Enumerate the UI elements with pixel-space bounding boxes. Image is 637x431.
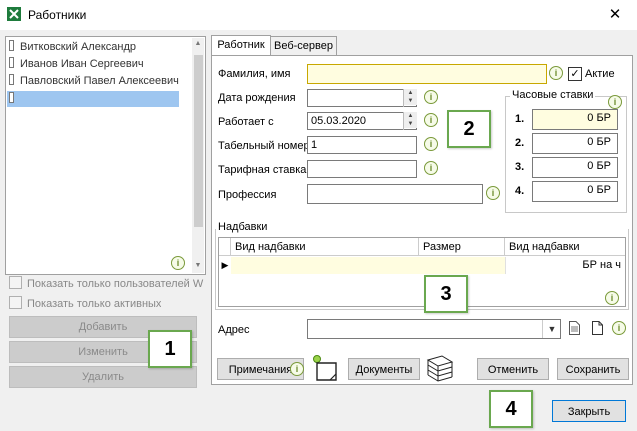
address-label: Адрес [218, 324, 250, 336]
name-input[interactable] [307, 64, 547, 84]
table-cell[interactable] [419, 257, 506, 274]
window-title: Работники [28, 8, 87, 22]
scroll-up-icon[interactable]: ▲ [192, 40, 204, 47]
info-icon[interactable]: i [608, 95, 622, 109]
info-icon[interactable]: i [171, 256, 185, 270]
user-checkbox-icon [9, 40, 14, 51]
address-input[interactable] [307, 319, 561, 339]
works-since-input[interactable]: 05.03.2020 [307, 112, 417, 130]
document-list-icon[interactable] [569, 321, 580, 335]
rate-row-number: 1. [515, 113, 525, 125]
info-icon[interactable]: i [424, 137, 438, 151]
callout-badge-1: 1 [148, 330, 192, 368]
user-checkbox-icon [9, 92, 14, 103]
user-checkbox-icon [9, 57, 14, 68]
callout-badge-3: 3 [424, 275, 468, 313]
info-icon[interactable]: i [549, 66, 563, 80]
scrollbar-thumb[interactable] [194, 55, 203, 227]
list-item[interactable]: Павловский Павел Алексеевич [7, 73, 179, 89]
hourly-rate-3[interactable]: 0 БР [532, 157, 618, 178]
close-window-icon[interactable]: ✕ [605, 5, 625, 25]
user-list[interactable]: Витковский Александр Иванов Иван Сергеев… [5, 36, 206, 275]
works-since-spinner[interactable]: ▲ ▼ [403, 112, 417, 130]
new-note-icon[interactable] [312, 354, 338, 382]
rate-row-number: 2. [515, 137, 525, 149]
only-users-checkbox[interactable]: Показать только пользователей W [9, 276, 205, 292]
profession-label: Профессия [218, 189, 277, 201]
info-icon[interactable]: i [486, 186, 500, 200]
active-label: Актие [585, 68, 615, 80]
checkbox-icon [9, 276, 22, 289]
info-icon[interactable]: i [424, 113, 438, 127]
current-row-marker: ▶ [221, 260, 229, 270]
callout-badge-4: 4 [489, 390, 533, 428]
info-icon[interactable]: i [605, 291, 619, 305]
only-active-checkbox[interactable]: Показать только активных [9, 296, 161, 312]
grid-header[interactable]: Вид надбавки [505, 238, 625, 256]
birth-date-spinner[interactable]: ▲ ▼ [403, 89, 417, 107]
birth-date-label: Дата рождения [218, 92, 296, 104]
user-checkbox-icon [9, 74, 14, 85]
tab-number-label: Табельный номер [218, 140, 310, 152]
save-button[interactable]: Сохранить [557, 358, 629, 380]
rate-row-number: 4. [515, 185, 525, 197]
app-icon [7, 7, 21, 21]
info-icon[interactable]: i [424, 161, 438, 175]
documents-button[interactable]: Документы [348, 358, 420, 380]
hourly-rate-1[interactable]: 0 БР [532, 109, 618, 130]
hourly-rate-2[interactable]: 0 БР [532, 133, 618, 154]
list-item[interactable]: Иванов Иван Сергеевич [7, 56, 179, 72]
hourly-rate-4[interactable]: 0 БР [532, 181, 618, 202]
tab-number-input[interactable]: 1 [307, 136, 417, 154]
dropdown-chevron-icon[interactable]: ▼ [542, 320, 561, 338]
cancel-button[interactable]: Отменить [477, 358, 549, 380]
list-item-selected[interactable] [7, 91, 179, 107]
delete-button[interactable]: Удалить [9, 366, 197, 388]
active-checkbox[interactable]: ✓ [568, 67, 582, 81]
grid-header[interactable]: Вид надбавки [231, 238, 419, 256]
tariff-rate-input[interactable] [307, 160, 417, 178]
allowances-grid[interactable]: Вид надбавки Размер Вид надбавки ▶ БР на… [218, 237, 626, 307]
tab-employee[interactable]: Работник [211, 35, 271, 56]
profession-input[interactable] [307, 184, 483, 204]
table-cell[interactable] [231, 257, 420, 274]
callout-badge-2: 2 [447, 110, 491, 148]
name-label: Фамилия, имя [218, 68, 291, 80]
blank-document-icon[interactable] [592, 321, 603, 335]
birth-date-input[interactable] [307, 89, 417, 107]
info-icon[interactable]: i [612, 321, 626, 335]
title-bar [0, 0, 637, 30]
checkbox-icon [9, 296, 22, 309]
documents-stack-icon[interactable] [424, 354, 456, 384]
grid-row-header [219, 238, 231, 256]
info-icon[interactable]: i [424, 90, 438, 104]
hourly-rates-title: Часовые ставки [510, 89, 596, 101]
grid-header[interactable]: Размер [419, 238, 505, 256]
info-icon[interactable]: i [290, 362, 304, 376]
tariff-rate-label: Тарифная ставка [218, 164, 307, 176]
rate-row-number: 3. [515, 161, 525, 173]
tab-web-server[interactable]: Веб-сервер [270, 36, 337, 55]
scroll-down-icon[interactable]: ▼ [192, 262, 204, 269]
table-cell[interactable]: БР на ч [505, 257, 621, 274]
close-button[interactable]: Закрыть [552, 400, 626, 422]
list-item[interactable]: Витковский Александр [7, 39, 179, 55]
works-since-label: Работает с [218, 116, 274, 128]
